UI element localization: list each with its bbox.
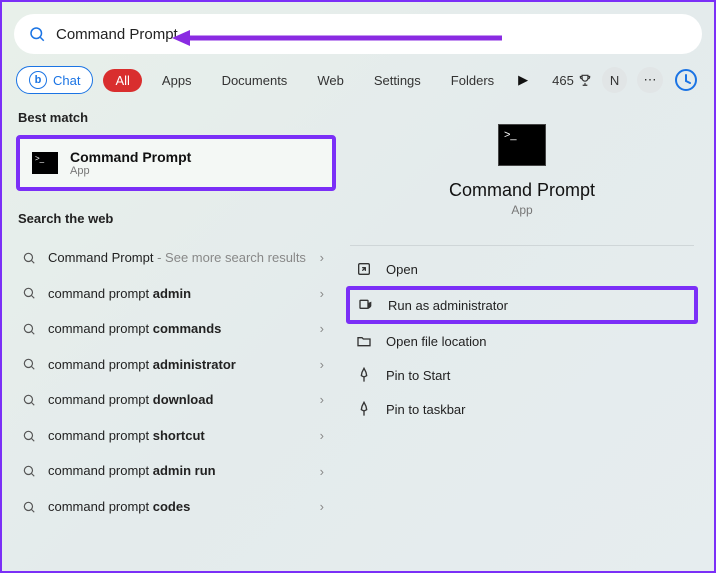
action-pin-to-taskbar[interactable]: Pin to taskbar (346, 392, 698, 426)
tab-documents[interactable]: Documents (212, 69, 298, 92)
search-icon (28, 25, 46, 43)
divider (350, 245, 694, 246)
web-result-text: command prompt administrator (48, 356, 236, 374)
preview-subtitle: App (511, 203, 532, 217)
web-result-item[interactable]: Command Prompt - See more search results… (16, 240, 336, 276)
tab-folders[interactable]: Folders (441, 69, 504, 92)
web-result-text: Command Prompt - See more search results (48, 249, 306, 267)
user-avatar[interactable]: N (602, 67, 627, 93)
filter-tabs-row: b Chat All Apps Documents Web Settings F… (2, 54, 714, 104)
action-open[interactable]: Open (346, 252, 698, 286)
bing-chat-icon: b (29, 71, 47, 89)
search-icon (22, 464, 36, 478)
action-label: Run as administrator (388, 298, 508, 313)
search-web-heading: Search the web (16, 205, 336, 236)
preview-header: Command Prompt App (344, 124, 700, 235)
chat-label: Chat (53, 73, 80, 88)
web-result-text: command prompt shortcut (48, 427, 205, 445)
web-results-list: Command Prompt - See more search results… (16, 240, 336, 524)
command-prompt-icon (498, 124, 546, 166)
best-match-title: Command Prompt (70, 149, 191, 165)
bing-icon (674, 68, 698, 92)
search-icon (22, 322, 36, 336)
web-result-item[interactable]: command prompt codes › (16, 489, 336, 525)
web-result-text: command prompt admin (48, 285, 191, 303)
action-open-file-location[interactable]: Open file location (346, 324, 698, 358)
preview-title: Command Prompt (449, 180, 595, 201)
web-result-item[interactable]: command prompt admin › (16, 276, 336, 312)
search-icon (22, 251, 36, 265)
web-result-item[interactable]: command prompt admin run › (16, 453, 336, 489)
search-icon (22, 429, 36, 443)
trophy-icon (578, 73, 592, 87)
search-input[interactable] (56, 26, 688, 43)
chevron-right-icon: › (314, 464, 330, 479)
search-bar[interactable] (14, 14, 702, 54)
more-options-button[interactable]: ⋯ (637, 67, 662, 93)
web-result-item[interactable]: command prompt administrator › (16, 347, 336, 383)
web-result-text: command prompt download (48, 391, 213, 409)
tab-web[interactable]: Web (307, 69, 354, 92)
chevron-right-icon: › (314, 321, 330, 336)
best-match-heading: Best match (16, 104, 336, 135)
web-result-item[interactable]: command prompt download › (16, 382, 336, 418)
more-tabs-button[interactable]: ▶ (514, 72, 532, 88)
action-label: Pin to Start (386, 368, 450, 383)
rewards-points[interactable]: 465 (552, 73, 592, 88)
pin-icon (356, 401, 372, 417)
search-icon (22, 393, 36, 407)
chevron-right-icon: › (314, 286, 330, 301)
chevron-right-icon: › (314, 357, 330, 372)
action-pin-to-start[interactable]: Pin to Start (346, 358, 698, 392)
action-label: Open (386, 262, 418, 277)
search-icon (22, 500, 36, 514)
action-run-as-administrator[interactable]: Run as administrator (346, 286, 698, 324)
pin-icon (356, 367, 372, 383)
results-left-column: Best match Command Prompt App Search the… (16, 104, 336, 563)
best-match-subtitle: App (70, 165, 191, 177)
admin-shield-icon (358, 297, 374, 313)
chevron-right-icon: › (314, 392, 330, 407)
command-prompt-icon (32, 152, 58, 174)
chat-button[interactable]: b Chat (16, 66, 93, 94)
search-icon (22, 357, 36, 371)
tab-settings[interactable]: Settings (364, 69, 431, 92)
chevron-right-icon: › (314, 250, 330, 265)
preview-pane: Command Prompt App Open Run as administr… (344, 104, 700, 563)
web-result-item[interactable]: command prompt shortcut › (16, 418, 336, 454)
chevron-right-icon: › (314, 428, 330, 443)
action-label: Pin to taskbar (386, 402, 466, 417)
action-list: Open Run as administrator Open file loca… (344, 252, 700, 426)
search-icon (22, 286, 36, 300)
web-result-text: command prompt commands (48, 320, 221, 338)
folder-icon (356, 333, 372, 349)
open-icon (356, 261, 372, 277)
best-match-result[interactable]: Command Prompt App (16, 135, 336, 191)
web-result-item[interactable]: command prompt commands › (16, 311, 336, 347)
tab-apps[interactable]: Apps (152, 69, 202, 92)
web-result-text: command prompt admin run (48, 462, 216, 480)
action-label: Open file location (386, 334, 486, 349)
bing-button[interactable] (673, 66, 700, 94)
chevron-right-icon: › (314, 499, 330, 514)
results-area: Best match Command Prompt App Search the… (2, 104, 714, 563)
points-value: 465 (552, 73, 574, 88)
web-result-text: command prompt codes (48, 498, 190, 516)
tab-all[interactable]: All (103, 69, 141, 92)
